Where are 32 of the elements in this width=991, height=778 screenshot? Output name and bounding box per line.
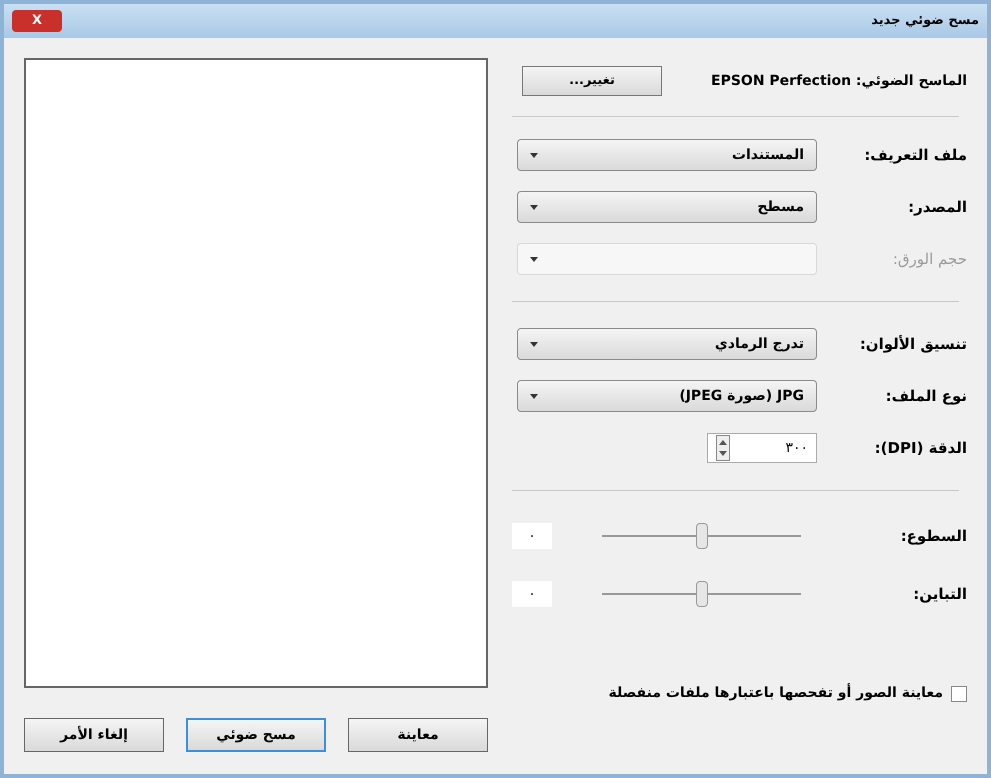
close-button[interactable]: X (12, 10, 62, 32)
slider-value: ٠ (512, 581, 552, 607)
dialog-button[interactable]: إلغاء الأمر (24, 718, 164, 752)
field-label: حجم الورق: (892, 248, 967, 270)
change-button[interactable]: تغيير... (522, 66, 662, 96)
checkbox[interactable] (951, 686, 967, 702)
caret-icon (530, 342, 538, 346)
caret-icon (530, 394, 538, 398)
dialog-button[interactable]: معاينة (348, 718, 488, 752)
field-label: نوع الملف: (884, 386, 967, 407)
window-title: مسح ضوئي جديد (871, 12, 979, 30)
field-label: السطوع: (900, 526, 967, 547)
dropdown[interactable]: JPG (صورة JPEG) (517, 380, 817, 412)
slider-value: ٠ (512, 523, 552, 549)
field-label: المصدر: (907, 196, 967, 218)
caret-icon (530, 204, 538, 210)
field-label: التباين: (912, 584, 967, 605)
caret-icon (530, 152, 538, 158)
spin-arrows-icon[interactable] (716, 435, 730, 461)
caret-icon (530, 256, 538, 262)
dropdown[interactable]: تدرج الرمادي (517, 328, 817, 360)
slider-thumb[interactable] (696, 523, 708, 549)
field-label: ملف التعريف: (863, 144, 967, 166)
field-label: تنسيق الألوان: (858, 334, 967, 355)
dialog-button[interactable]: مسح ضوئي (186, 718, 326, 752)
dropdown[interactable]: مسطح (517, 191, 817, 223)
dropdown[interactable]: المستندات (517, 139, 817, 171)
slider-thumb[interactable] (696, 581, 708, 607)
field-label: الدقة (DPI): (874, 438, 967, 459)
scanner-label: الماسح الضوئي: EPSON Perfection (711, 72, 967, 90)
checkbox-label: معاينة الصور أو تفحصها باعتبارها ملفات منفصلة (608, 683, 943, 703)
resolution-spinbox[interactable]: ٣٠٠ (707, 433, 817, 463)
